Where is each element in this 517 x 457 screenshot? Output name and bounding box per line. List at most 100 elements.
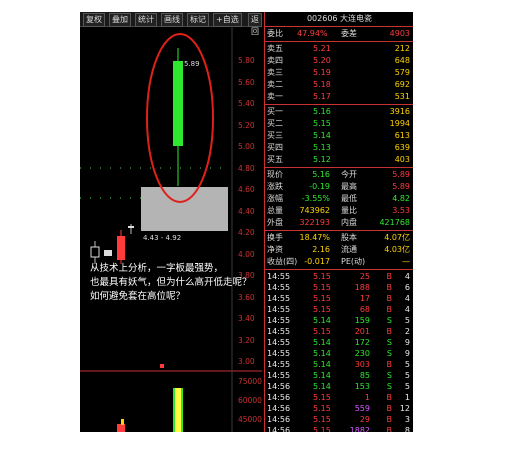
tick-row: 14:55 5.14 172 S 9 <box>265 337 413 348</box>
tick-time: 14:56 <box>267 382 291 391</box>
toolbar-button-0[interactable]: 复权 <box>83 13 105 27</box>
ask-label: 卖一 <box>267 92 283 101</box>
stat-label: 外盘 <box>267 218 283 227</box>
fundamental-label: 流通 <box>341 245 357 254</box>
tick-price: 5.14 <box>313 338 331 347</box>
stat-value: 5.89 <box>392 170 410 179</box>
ask-row: 卖五 5.21 212 <box>265 43 413 55</box>
marker <box>160 364 164 368</box>
ask-row: 卖一 5.17 531 <box>265 91 413 103</box>
toolbar-button-4[interactable]: 标记 <box>187 13 209 27</box>
ask-volume: 692 <box>394 80 410 89</box>
bid-label: 买四 <box>267 143 283 152</box>
tick-row: 14:56 5.14 153 S 5 <box>265 381 413 392</box>
candle-small <box>104 250 112 256</box>
weibi-row: 委比 47.94% 委差 4903 <box>265 28 413 40</box>
toolbar-button-2[interactable]: 统计 <box>135 13 157 27</box>
stat-label: 涨幅 <box>267 194 283 203</box>
tick-side: B <box>386 393 393 402</box>
tick-count: 5 <box>404 316 410 325</box>
stock-name: 大连电瓷 <box>340 14 373 23</box>
fundamental-value: 4.03亿 <box>384 245 410 254</box>
fundamental-value: — <box>402 257 410 266</box>
tick-volume: 188 <box>354 283 370 292</box>
tick-side: B <box>386 283 393 292</box>
fundamental-row: 换手 18.47% 股本 4.07亿 <box>265 232 413 244</box>
tick-volume: 17 <box>359 294 370 303</box>
tick-side: S <box>386 338 392 347</box>
tick-time: 14:56 <box>267 404 291 413</box>
tick-volume: 159 <box>354 316 370 325</box>
tick-count: 9 <box>404 338 410 347</box>
tick-side: S <box>386 316 392 325</box>
toolbar-button-6[interactable]: 返回 <box>248 13 262 36</box>
tick-count: 4 <box>404 305 410 314</box>
tick-side: B <box>386 272 393 281</box>
stat-value: 5.16 <box>312 170 330 179</box>
stat-row: 总量 743962 量比 3.53 <box>265 205 413 217</box>
toolbar-button-3[interactable]: 画线 <box>161 13 183 27</box>
tick-count: 2 <box>404 327 410 336</box>
stat-row: 涨跌 -0.19 最高 5.89 <box>265 181 413 193</box>
toolbar-button-5[interactable]: +自选 <box>213 13 242 27</box>
price-tick-label: 4.40 <box>238 206 255 216</box>
stat-row: 现价 5.16 今开 5.89 <box>265 169 413 181</box>
ask-label: 卖二 <box>267 80 283 89</box>
chart-toolbar: 复权 叠加 统计 画线 标记 +自选 返回 <box>80 12 262 36</box>
stat-value: 421768 <box>379 218 410 227</box>
quote-panel: 002606 大连电瓷 委比 47.94% 委差 4903 卖五 5.21 212 卖… <box>264 12 413 432</box>
toolbar-button-1[interactable]: 叠加 <box>109 13 131 27</box>
price-tick-label: 4.60 <box>238 185 255 194</box>
tick-price: 5.15 <box>313 294 331 303</box>
tick-row: 14:56 5.15 1882 B 8 <box>265 425 413 432</box>
tick-volume: 153 <box>354 382 370 391</box>
fundamental-value: 18.47% <box>299 233 330 242</box>
tick-row: 14:56 5.15 29 B 3 <box>265 414 413 425</box>
price-tick-label: 5.00 <box>238 142 255 151</box>
bid-label: 买一 <box>267 107 283 116</box>
ask-price: 5.18 <box>313 80 331 89</box>
tick-volume: 85 <box>359 371 370 380</box>
tick-side: S <box>386 371 392 380</box>
tick-time: 14:56 <box>267 415 291 424</box>
tick-time: 14:56 <box>267 393 291 402</box>
price-tick-label: 3.00 <box>238 357 255 366</box>
tick-price: 5.14 <box>313 349 331 358</box>
tick-count: 5 <box>404 382 410 391</box>
stat-value: 743962 <box>299 206 330 215</box>
bid-volume: 639 <box>394 143 410 152</box>
tick-price: 5.14 <box>313 316 331 325</box>
tick-count: 12 <box>399 404 410 413</box>
tick-side: B <box>386 426 393 432</box>
tick-price: 5.15 <box>313 327 331 336</box>
bid-price: 5.14 <box>313 131 331 140</box>
tick-count: 3 <box>404 415 410 424</box>
tick-price: 5.15 <box>313 404 331 413</box>
ask-volume: 579 <box>394 68 410 77</box>
tick-time: 14:56 <box>267 426 291 432</box>
bid-price: 5.12 <box>313 155 331 164</box>
stat-row: 外盘 322193 内盘 421768 <box>265 217 413 229</box>
tick-side: S <box>386 382 392 391</box>
tick-price: 5.15 <box>313 272 331 281</box>
tick-price: 5.14 <box>313 382 331 391</box>
tick-count: 5 <box>404 371 410 380</box>
price-tick-label: 3.20 <box>238 335 255 345</box>
tick-side: B <box>386 404 393 413</box>
stat-value: 5.89 <box>392 182 410 191</box>
range-label: 4.43 - 4.92 <box>143 234 181 242</box>
price-tick-label: 5.60 <box>238 77 255 87</box>
tick-price: 5.15 <box>313 393 331 402</box>
volume-tick-label: 45000 <box>238 415 262 424</box>
bid-row: 买一 5.16 3916 <box>265 106 413 118</box>
tick-side: B <box>386 305 393 314</box>
tick-volume: 172 <box>354 338 370 347</box>
fundamental-row: 净资 2.16 流通 4.03亿 <box>265 244 413 256</box>
weibi-label: 委比 <box>267 29 283 38</box>
fundamental-label: PE(动) <box>341 257 366 266</box>
tick-time: 14:55 <box>267 360 291 369</box>
tick-row: 14:55 5.14 230 S 9 <box>265 348 413 359</box>
volume-tick-label: 60000 <box>238 396 262 405</box>
tick-row: 14:55 5.14 303 B 5 <box>265 359 413 370</box>
stat-label: 最低 <box>341 194 357 203</box>
